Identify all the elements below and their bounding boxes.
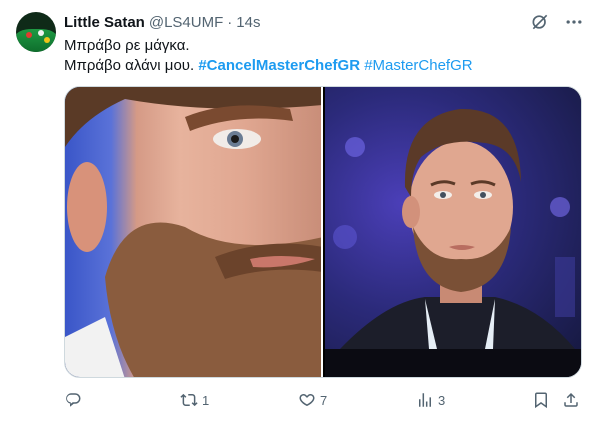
like-count: 7 xyxy=(320,392,328,408)
share-icon xyxy=(564,392,578,407)
more-icon[interactable] xyxy=(562,10,586,34)
like-icon xyxy=(299,394,315,406)
timestamp[interactable]: 14s xyxy=(236,14,260,31)
bookmark-icon xyxy=(535,392,547,409)
avatar-ball xyxy=(26,32,32,38)
avatar-ball xyxy=(44,37,50,43)
avatar[interactable] xyxy=(16,12,56,52)
tweet-header: Little Satan @LS4UMF · 14s xyxy=(64,12,260,32)
retweet-icon xyxy=(180,393,198,407)
closeup-face-illustration xyxy=(65,87,321,377)
views-icon xyxy=(419,393,431,407)
retweet-count: 1 xyxy=(202,392,210,408)
media-image-left[interactable] xyxy=(65,87,321,377)
tweet[interactable]: Little Satan @LS4UMF · 14s Μπράβο ρε μάγ… xyxy=(0,0,598,423)
tweet-text-line2: Μπράβο αλάνι μου. #CancelMasterChefGR #M… xyxy=(64,56,473,76)
media-image-right[interactable] xyxy=(324,87,581,377)
author-name[interactable]: Little Satan xyxy=(64,14,145,31)
like-button[interactable]: 7 xyxy=(298,388,327,412)
avatar-felt xyxy=(16,28,56,52)
tweet-media[interactable] xyxy=(64,86,582,378)
media-divider xyxy=(321,87,323,377)
tweet-text-line2-text: Μπράβο αλάνι μου. xyxy=(64,57,199,74)
hashtag-cancelmasterchefgr[interactable]: #CancelMasterChefGR xyxy=(198,57,360,74)
tweet-top-actions xyxy=(528,10,586,34)
reply-icon xyxy=(66,393,81,407)
retweet-button[interactable]: 1 xyxy=(180,388,209,412)
share-button[interactable] xyxy=(562,388,580,412)
views-count: 3 xyxy=(438,392,446,408)
reply-button[interactable] xyxy=(64,388,86,412)
tweet-text-line1: Μπράβο ρε μάγκα. xyxy=(64,37,190,54)
tweet-actions: 1 7 3 xyxy=(56,388,586,412)
contestant-illustration xyxy=(324,108,581,377)
hashtag-masterchefgr[interactable]: #MasterChefGR xyxy=(364,57,472,74)
tweet-text: Μπράβο ρε μάγκα. Μπράβο αλάνι μου. #Canc… xyxy=(64,36,473,76)
author-handle[interactable]: @LS4UMF xyxy=(149,14,223,31)
separator-dot: · xyxy=(227,13,233,31)
views-button[interactable]: 3 xyxy=(416,388,445,412)
grok-icon[interactable] xyxy=(528,10,552,34)
avatar-ball xyxy=(38,30,44,36)
bookmark-button[interactable] xyxy=(532,388,550,412)
